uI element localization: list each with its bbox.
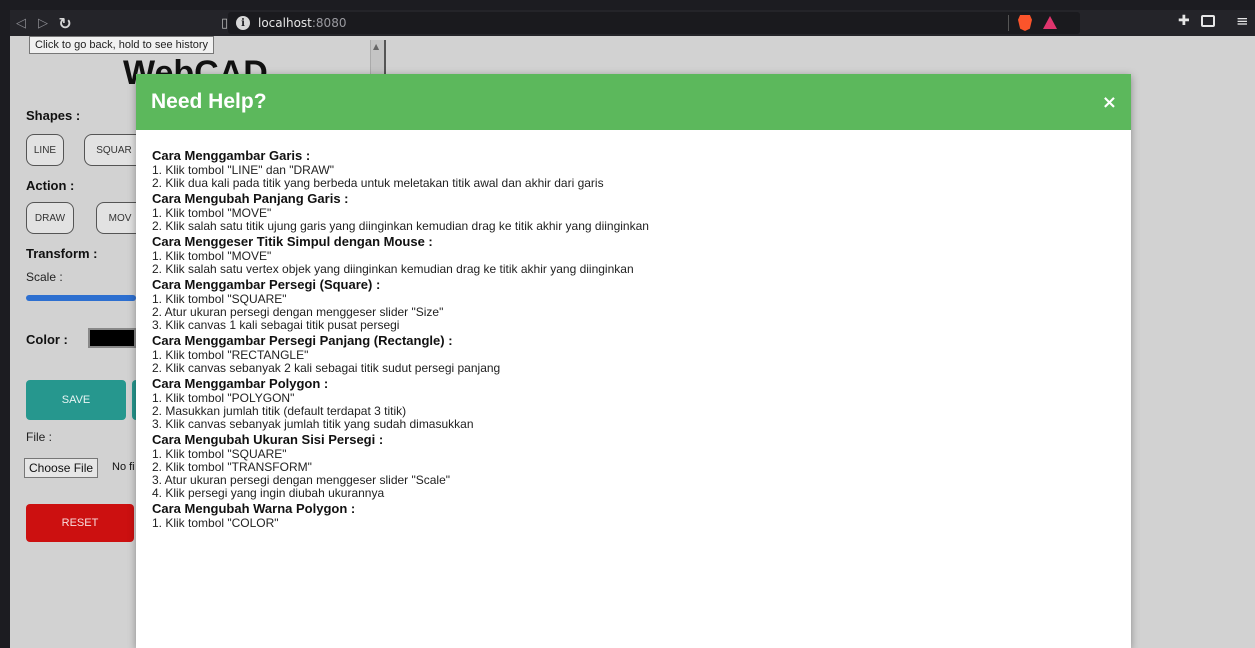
url-separator xyxy=(1008,15,1009,31)
address-bar[interactable]: i localhost:8080 xyxy=(228,12,1080,34)
reload-icon[interactable]: ↻ xyxy=(54,12,76,34)
site-info-icon[interactable]: i xyxy=(236,16,250,30)
url-text: localhost:8080 xyxy=(258,16,347,30)
choose-file-button[interactable]: Choose File xyxy=(24,458,99,478)
square-button[interactable]: SQUAR xyxy=(84,134,144,166)
extensions-icon[interactable]: ✚ xyxy=(1178,13,1190,29)
help-step: 2. Klik canvas sebanyak 2 kali sebagai t… xyxy=(152,361,501,375)
scale-label: Scale : xyxy=(26,270,63,284)
scroll-up-icon[interactable]: ▲ xyxy=(373,42,379,51)
color-picker[interactable] xyxy=(88,328,136,348)
help-section-title: Cara Menggambar Persegi (Square) : xyxy=(152,277,381,292)
help-section-title: Cara Mengubah Warna Polygon : xyxy=(152,501,356,516)
browser-toolbar: ◁ ▷ ↻ ▯ i localhost:8080 ✚ ≡ xyxy=(10,10,1255,36)
wallet-icon[interactable] xyxy=(1201,15,1215,27)
file-status: No fi xyxy=(112,461,135,473)
help-step: 3. Klik canvas sebanyak jumlah titik yan… xyxy=(152,417,474,431)
help-step: 2. Klik dua kali pada titik yang berbeda… xyxy=(152,176,604,190)
page-viewport: WebCAD ▲ Shapes : LINE SQUAR Action : DR… xyxy=(10,36,1255,648)
save-button[interactable]: SAVE xyxy=(26,380,126,420)
help-section-title: Cara Menggambar Persegi Panjang (Rectang… xyxy=(152,333,453,348)
help-step: 2. Klik salah satu vertex objek yang dii… xyxy=(152,262,634,276)
modal-title: Need Help? xyxy=(151,90,267,113)
help-section-title: Cara Menggambar Garis : xyxy=(152,148,311,163)
menu-icon[interactable]: ≡ xyxy=(1236,12,1249,30)
shapes-label: Shapes : xyxy=(26,108,81,123)
help-section-title: Cara Menggeser Titik Simpul dengan Mouse… xyxy=(152,234,433,249)
help-modal: Need Help? × Cara Menggambar Garis :1. K… xyxy=(136,74,1131,648)
forward-icon[interactable]: ▷ xyxy=(32,12,54,34)
help-step: 1. Klik tombol "COLOR" xyxy=(152,516,279,530)
action-label: Action : xyxy=(26,178,75,193)
brave-rewards-icon[interactable] xyxy=(1043,16,1057,29)
reset-button[interactable]: RESET xyxy=(26,504,134,542)
line-button[interactable]: LINE xyxy=(26,134,64,166)
help-step: 2. Klik salah satu titik ujung garis yan… xyxy=(152,219,649,233)
transform-label: Transform : xyxy=(26,246,98,261)
close-icon[interactable]: × xyxy=(1102,92,1117,113)
scale-slider[interactable] xyxy=(26,295,136,301)
color-label: Color : xyxy=(26,332,68,347)
help-section-title: Cara Menggambar Polygon : xyxy=(152,376,329,391)
back-button-tooltip: Click to go back, hold to see history xyxy=(29,36,215,54)
help-section-title: Cara Mengubah Ukuran Sisi Persegi : xyxy=(152,432,384,447)
help-step: 3. Klik canvas 1 kali sebagai titik pusa… xyxy=(152,318,400,332)
file-label: File : xyxy=(26,430,53,444)
modal-header: Need Help? × xyxy=(136,74,1131,130)
modal-body: Cara Menggambar Garis :1. Klik tombol "L… xyxy=(136,130,1131,530)
help-section-title: Cara Mengubah Panjang Garis : xyxy=(152,191,349,206)
back-icon[interactable]: ◁ xyxy=(10,12,32,34)
help-step: 4. Klik persegi yang ingin diubah ukuran… xyxy=(152,486,385,500)
brave-shields-icon[interactable] xyxy=(1018,15,1032,31)
draw-button[interactable]: DRAW xyxy=(26,202,74,234)
